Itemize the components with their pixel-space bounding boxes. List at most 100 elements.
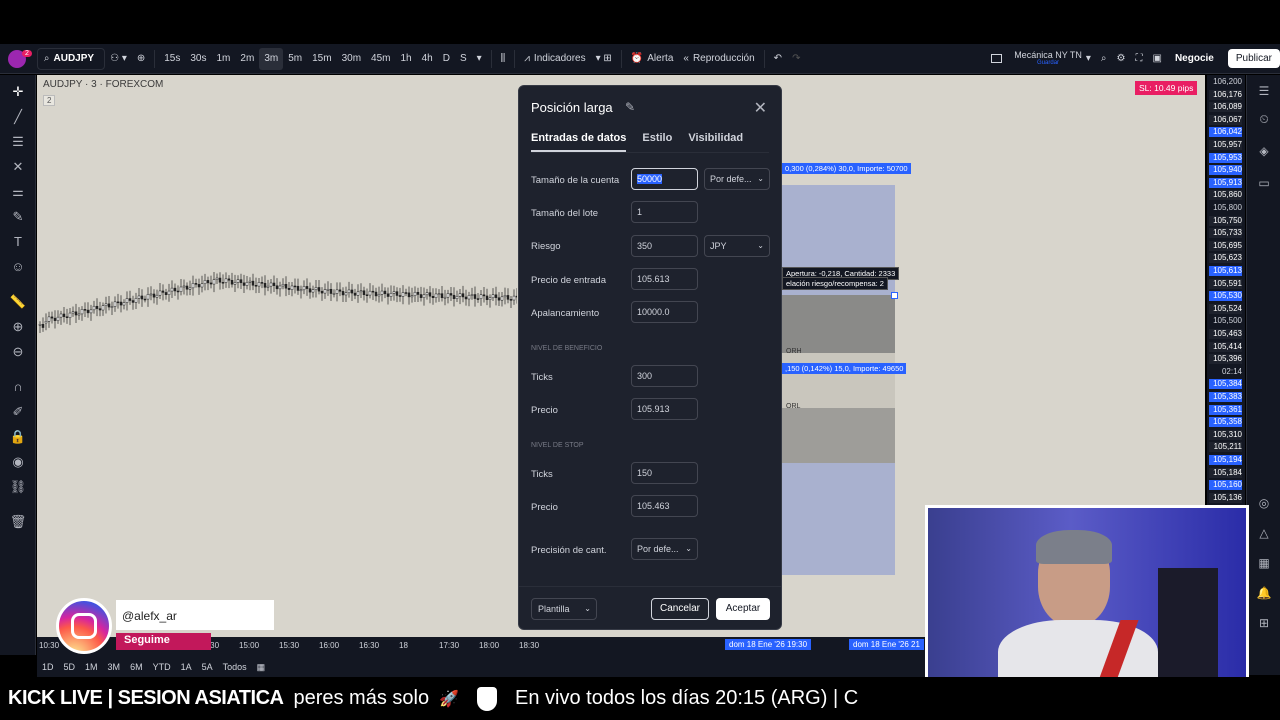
user-avatar[interactable]: 2 xyxy=(0,44,37,73)
tab-inputs[interactable]: Entradas de datos xyxy=(531,132,627,152)
magnet-icon[interactable]: ∩ xyxy=(9,378,27,396)
templates-icon[interactable]: ▾ ⊞ xyxy=(591,44,617,73)
stop-price-input[interactable]: 105.463 xyxy=(631,495,698,517)
text-icon[interactable]: T xyxy=(9,233,27,251)
layout-button[interactable]: Mecánica NY TN Guardar ▾ xyxy=(986,44,1096,73)
quick-search-icon[interactable]: ⌕ xyxy=(1096,44,1112,73)
candle-body xyxy=(380,290,384,295)
timeframe-2m[interactable]: 2m xyxy=(235,48,259,70)
timeframe-1m[interactable]: 1m xyxy=(212,48,236,70)
settings-icon[interactable]: ⚙ xyxy=(1112,44,1131,73)
timeframe-45m[interactable]: 45m xyxy=(366,48,395,70)
template-select[interactable]: Plantilla ⌄ xyxy=(531,598,597,620)
price-axis[interactable]: 106,200 106,176 106,089 106,067 106,042 105,9… xyxy=(1207,75,1245,507)
entry-price-input[interactable]: 105.613 xyxy=(631,268,698,290)
projection-icon[interactable]: ⚌ xyxy=(9,183,27,201)
trendline-icon[interactable]: ╱ xyxy=(9,108,27,126)
risk-input[interactable]: 350 xyxy=(631,235,698,257)
timeframe-3m[interactable]: 3m xyxy=(259,47,284,70)
tab-visibility[interactable]: Visibilidad xyxy=(688,132,743,152)
ticker-live: KICK LIVE | SESION ASIATICA xyxy=(8,687,284,709)
range-ytd[interactable]: YTD xyxy=(148,662,176,672)
fib-icon[interactable]: ☰ xyxy=(9,133,27,151)
target-icon[interactable]: ◎ xyxy=(1256,495,1272,511)
profit-price-label: Precio xyxy=(531,405,558,416)
risk-currency-select[interactable]: JPY ⌄ xyxy=(704,235,770,257)
range-1d[interactable]: 1D xyxy=(37,662,59,672)
tab-style[interactable]: Estilo xyxy=(642,132,672,152)
cancel-button[interactable]: Cancelar xyxy=(651,598,709,620)
profit-ticks-input[interactable]: 300 xyxy=(631,365,698,387)
zoom-out-icon[interactable]: ⊖ xyxy=(9,343,27,361)
range-1m[interactable]: 1M xyxy=(80,662,103,672)
redo-icon[interactable]: ↷ xyxy=(787,44,805,73)
range-1a[interactable]: 1A xyxy=(176,662,197,672)
candle-body xyxy=(236,279,240,283)
undo-icon[interactable]: ↶ xyxy=(769,44,787,73)
indicators-button[interactable]: ⩘ Indicadores xyxy=(519,44,590,73)
link-icon[interactable]: ⛓ xyxy=(9,478,27,496)
ruler-icon[interactable]: 📏 xyxy=(9,293,27,311)
emoji-icon[interactable]: ☺ xyxy=(9,258,27,276)
range-5d[interactable]: 5D xyxy=(59,662,81,672)
leverage-label: Apalancamiento xyxy=(531,308,600,319)
range-todos[interactable]: Todos xyxy=(218,662,252,672)
screenshot-icon[interactable]: ▣ xyxy=(1148,44,1167,73)
add-symbol-icon[interactable]: ⊕ xyxy=(132,44,150,73)
profit-price-input[interactable]: 105.913 xyxy=(631,398,698,420)
help-icon[interactable]: ⊞ xyxy=(1256,615,1272,631)
timeframe-30m[interactable]: 30m xyxy=(337,48,366,70)
trade-button[interactable]: Negocie xyxy=(1166,49,1222,68)
timeframe-15s[interactable]: 15s xyxy=(159,48,185,70)
fullscreen-icon[interactable]: ⛶ xyxy=(1131,44,1148,73)
account-currency-select[interactable]: Por defe... ⌄ xyxy=(704,168,770,190)
resize-handle[interactable] xyxy=(891,292,898,299)
lot-size-input[interactable]: 1 xyxy=(631,201,698,223)
chart-type-icon[interactable]: ⫼ xyxy=(496,44,511,73)
brush-icon[interactable]: ✎ xyxy=(9,208,27,226)
timeframe-1h[interactable]: 1h xyxy=(395,48,416,70)
replay-button[interactable]: « Reproducción xyxy=(678,44,759,73)
timeframe-5m[interactable]: 5m xyxy=(283,48,307,70)
close-icon[interactable]: ✕ xyxy=(754,98,767,118)
layers-icon[interactable]: ◈ xyxy=(1256,143,1272,159)
eye-icon[interactable]: ◉ xyxy=(9,453,27,471)
timeframe-15m[interactable]: 15m xyxy=(307,48,336,70)
symbol-search[interactable]: ⌕ AUDJPY xyxy=(36,47,106,70)
range-5a[interactable]: 5A xyxy=(197,662,218,672)
lock-icon[interactable]: 🔒 xyxy=(9,428,27,446)
bell-icon[interactable]: 🔔 xyxy=(1256,585,1272,601)
publish-button[interactable]: Publicar xyxy=(1227,49,1280,68)
candle-body xyxy=(254,285,258,287)
zoom-in-icon[interactable]: ⊕ xyxy=(9,318,27,336)
ideas-icon[interactable]: △ xyxy=(1256,525,1272,541)
watchlist-icon[interactable]: ☰ xyxy=(1256,83,1272,99)
pattern-icon[interactable]: ✕ xyxy=(9,158,27,176)
calendar-icon[interactable]: ▦ xyxy=(1256,555,1272,571)
account-size-input[interactable]: 50000 xyxy=(631,168,698,190)
stop-zone-upper[interactable] xyxy=(782,295,895,353)
timeframe-dropdown-icon[interactable]: ▾ xyxy=(472,44,487,73)
timeframe-D[interactable]: D xyxy=(438,48,455,70)
edit-title-icon[interactable]: ✎ xyxy=(625,100,635,114)
range-6m[interactable]: 6M xyxy=(125,662,148,672)
timeframe-4h[interactable]: 4h xyxy=(417,48,438,70)
qty-precision-select[interactable]: Por defe... ⌄ xyxy=(631,538,698,560)
timeframe-S[interactable]: S xyxy=(455,48,472,70)
alerts-icon[interactable]: ⏲ xyxy=(1256,111,1272,127)
alert-button[interactable]: ⏰ Alerta xyxy=(626,44,679,73)
range-3m[interactable]: 3M xyxy=(103,662,126,672)
calendar-icon[interactable]: ▦ xyxy=(252,662,271,673)
stop-zone[interactable] xyxy=(782,463,895,575)
leverage-input[interactable]: 10000.0 xyxy=(631,301,698,323)
price-label: 105,524 xyxy=(1209,303,1242,314)
timeframe-30s[interactable]: 30s xyxy=(185,48,211,70)
pencil-lock-icon[interactable]: ✐ xyxy=(9,403,27,421)
compare-icon[interactable]: ⚇ ▾ xyxy=(105,44,132,73)
crosshair-icon[interactable]: ✛ xyxy=(9,83,27,101)
trash-icon[interactable]: 🗑 xyxy=(9,513,27,531)
chat-icon[interactable]: ▭ xyxy=(1256,175,1272,191)
ok-button[interactable]: Aceptar xyxy=(716,598,770,620)
stop-ticks-input[interactable]: 150 xyxy=(631,462,698,484)
candle-body xyxy=(110,306,114,308)
